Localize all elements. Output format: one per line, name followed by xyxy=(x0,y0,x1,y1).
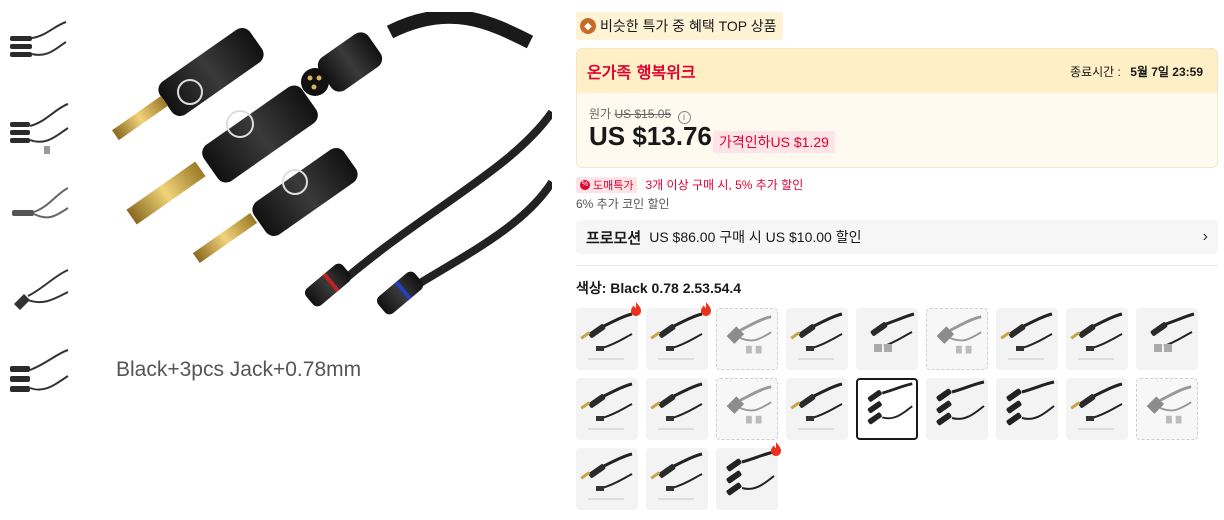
color-swatch-17[interactable] xyxy=(1066,378,1128,440)
promo-event-header: 온가족 행복위크 종료시간 : 5월 7일 23:59 xyxy=(577,49,1217,93)
thumbnail-list xyxy=(6,18,72,428)
color-swatch-2[interactable] xyxy=(646,302,711,370)
deadline-label: 종료시간 : xyxy=(1070,64,1121,79)
color-swatch-12[interactable] xyxy=(716,378,778,440)
hot-fire-icon xyxy=(631,302,641,316)
hot-fire-icon xyxy=(701,302,711,316)
swatch-image xyxy=(580,382,633,430)
color-swatch-16[interactable] xyxy=(996,378,1058,440)
color-swatch-7[interactable] xyxy=(996,308,1058,370)
top-benefit-text: 비슷한 특가 중 혜택 TOP 상품 xyxy=(600,18,777,34)
color-swatch-21[interactable] xyxy=(716,442,781,510)
color-swatch-4[interactable] xyxy=(786,308,848,370)
swatch-image xyxy=(580,452,633,500)
swatch-image xyxy=(790,312,843,360)
color-swatch-20[interactable] xyxy=(646,448,708,510)
thumbnail-5[interactable] xyxy=(6,346,70,410)
swatch-image xyxy=(650,452,703,500)
price-box: 온가족 행복위크 종료시간 : 5월 7일 23:59 원가 US $15.05… xyxy=(576,48,1218,168)
color-swatch-8[interactable] xyxy=(1066,308,1128,370)
color-swatch-11[interactable] xyxy=(646,378,708,440)
swatch-image xyxy=(726,450,775,496)
promotion-row[interactable]: 프로모션 US $86.00 구매 시 US $10.00 할인 › xyxy=(576,220,1218,254)
deadline-value: 5월 7일 23:59 xyxy=(1130,64,1203,79)
color-swatch-19[interactable] xyxy=(576,448,638,510)
main-product-image[interactable]: Black+3pcs Jack+0.78mm xyxy=(90,12,552,402)
thumbnail-2[interactable] xyxy=(6,100,70,164)
swatch-image xyxy=(726,385,772,424)
swatch-image xyxy=(650,382,703,430)
swatch-image xyxy=(790,382,843,430)
bulk-discount-row: % 도매특가 3개 이상 구매 시, 5% 추가 할인 xyxy=(576,176,1218,193)
main-image-caption: Black+3pcs Jack+0.78mm xyxy=(116,358,362,381)
swatch-image xyxy=(870,312,915,352)
hot-fire-icon xyxy=(771,442,781,456)
top-benefit-badge: ◆ 비슷한 특가 중 혜택 TOP 상품 xyxy=(576,12,783,40)
color-swatch-9[interactable] xyxy=(1136,308,1198,370)
color-selected-label: 색상: Black 0.78 2.53.54.4 xyxy=(576,280,742,296)
original-price-label: 원가 xyxy=(589,107,612,121)
swatch-image xyxy=(580,312,633,360)
color-swatch-grid xyxy=(576,302,1224,510)
promotion-text: US $86.00 구매 시 US $10.00 할인 xyxy=(649,229,862,245)
swatch-image xyxy=(1146,385,1192,424)
color-swatch-13[interactable] xyxy=(786,378,848,440)
color-swatch-18[interactable] xyxy=(1136,378,1198,440)
product-info-panel: ◆ 비슷한 특가 중 혜택 TOP 상품 온가족 행복위크 종료시간 : 5월 … xyxy=(576,12,1218,510)
thumbnail-3[interactable] xyxy=(6,182,70,246)
color-swatch-5[interactable] xyxy=(856,308,918,370)
promotion-label: 프로모션 xyxy=(586,229,642,247)
swatch-image xyxy=(1006,380,1055,426)
swatch-image xyxy=(867,382,913,425)
swatch-image xyxy=(650,312,703,360)
swatch-image xyxy=(1070,312,1123,360)
coin-discount-text: 6% 추가 코인 할인 xyxy=(576,197,670,211)
swatch-image xyxy=(936,380,985,426)
promo-deadline: 종료시간 : 5월 7일 23:59 xyxy=(1070,63,1203,80)
fire-badge-icon: ◆ xyxy=(580,18,596,34)
color-swatch-10[interactable] xyxy=(576,378,638,440)
promo-event-name: 온가족 행복위크 xyxy=(587,63,696,82)
product-page: Black+3pcs Jack+0.78mm ◆ 비슷한 특가 중 혜택 TOP… xyxy=(0,0,1224,520)
swatch-image xyxy=(1070,382,1123,430)
chevron-right-icon[interactable]: › xyxy=(1203,228,1208,246)
divider xyxy=(576,265,1218,266)
color-swatch-3[interactable] xyxy=(716,308,778,370)
swatch-image xyxy=(726,315,772,354)
cable-product-illustration xyxy=(111,12,552,315)
color-swatch-1[interactable] xyxy=(576,302,641,370)
swatch-image xyxy=(1000,312,1053,360)
tag-icon: % xyxy=(580,179,590,190)
bulk-tag: % 도매특가 xyxy=(576,176,638,193)
bulk-tag-label: 도매특가 xyxy=(593,179,634,192)
thumbnail-1[interactable] xyxy=(6,18,70,82)
swatch-image xyxy=(1150,312,1195,352)
color-swatch-15[interactable] xyxy=(926,378,988,440)
thumbnail-4[interactable] xyxy=(6,264,70,328)
current-price: US $13.76 xyxy=(589,121,712,151)
original-price: US $15.05 xyxy=(614,107,672,121)
bulk-discount-text: 3개 이상 구매 시, 5% 추가 할인 xyxy=(645,178,804,192)
swatch-image xyxy=(936,315,982,354)
color-swatch-6[interactable] xyxy=(926,308,988,370)
color-swatch-14[interactable] xyxy=(856,378,918,440)
discount-tag: 가격인하US $1.29 xyxy=(713,131,835,153)
